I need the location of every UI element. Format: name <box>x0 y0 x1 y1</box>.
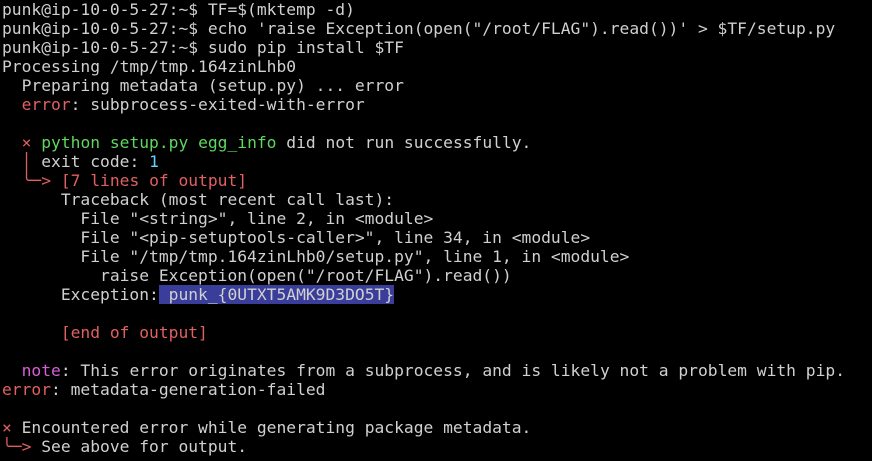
terminal-line: ╰─> See above for output. <box>2 437 872 456</box>
error-text: × <box>2 418 12 437</box>
terminal-text: Preparing metadata (setup.py) ... error <box>2 76 404 95</box>
terminal-text: Encountered error while generating packa… <box>11 418 532 437</box>
error-text: error <box>21 95 71 114</box>
terminal-text: exit code: <box>31 152 150 171</box>
terminal-window[interactable]: punk@ip-10-0-5-27:~$ TF=$(mktemp -d) punk… <box>0 0 872 461</box>
terminal-line: Processing /tmp/tmp.164zinLhb0 <box>2 57 872 76</box>
terminal-line: punk@ip-10-0-5-27:~$ echo 'raise Excepti… <box>2 19 872 38</box>
terminal-line: × Encountered error while generating pac… <box>2 418 872 437</box>
error-text: error <box>2 380 52 399</box>
terminal-line: Preparing metadata (setup.py) ... error <box>2 76 872 95</box>
terminal-line: │ exit code: 1 <box>2 152 872 171</box>
error-text: × <box>21 133 32 152</box>
note-label: note <box>21 361 61 380</box>
error-text: [end of output] <box>60 323 208 342</box>
terminal-text: Exception: <box>2 285 159 304</box>
terminal-text: punk@ip-10-0-5-27:~$ echo 'raise Excepti… <box>2 19 836 38</box>
terminal-line: Exception: punk_{0UTXT5AMK9D3DO5T} <box>2 285 872 304</box>
terminal-text: punk@ip-10-0-5-27:~$ sudo pip install $T… <box>2 38 404 57</box>
error-text: [7 lines of output] <box>60 171 248 190</box>
terminal-line: ╰─> [7 lines of output] <box>2 171 872 190</box>
terminal-text: Traceback (most recent call last): <box>2 190 395 209</box>
terminal-line: × python setup.py egg_info did not run s… <box>2 133 872 152</box>
error-text: │ <box>21 152 32 171</box>
terminal-text: : subprocess-exited-with-error <box>70 95 365 114</box>
selected-flag-text: punk_{0UTXT5AMK9D3DO5T} <box>158 285 395 304</box>
terminal-text: : This error originates from a subproces… <box>60 361 845 380</box>
terminal-line: File "<pip-setuptools-caller>", line 34,… <box>2 228 872 247</box>
terminal-line: File "<string>", line 2, in <module> <box>2 209 872 228</box>
terminal-text: raise Exception(open("/root/FLAG").read(… <box>2 266 512 285</box>
terminal-line: File "/tmp/tmp.164zinLhb0/setup.py", lin… <box>2 247 872 266</box>
error-text: ╰─> <box>21 171 52 190</box>
terminal-text: : metadata-generation-failed <box>51 380 326 399</box>
terminal-text: File "<string>", line 2, in <module> <box>2 209 434 228</box>
command-text: python setup.py egg_info <box>41 133 277 152</box>
terminal-line: raise Exception(open("/root/FLAG").read(… <box>2 266 872 285</box>
exit-code-value: 1 <box>149 152 159 171</box>
terminal-line: note: This error originates from a subpr… <box>2 361 872 380</box>
terminal-text: Processing /tmp/tmp.164zinLhb0 <box>2 57 297 76</box>
terminal-text: See above for output. <box>31 437 248 456</box>
terminal-line: Traceback (most recent call last): <box>2 190 872 209</box>
terminal-line: punk@ip-10-0-5-27:~$ sudo pip install $T… <box>2 38 872 57</box>
terminal-line: error: metadata-generation-failed <box>2 380 872 399</box>
terminal-text: File "<pip-setuptools-caller>", line 34,… <box>2 228 591 247</box>
terminal-text: punk@ip-10-0-5-27:~$ TF=$(mktemp -d) <box>2 0 355 19</box>
terminal-text: File "/tmp/tmp.164zinLhb0/setup.py", lin… <box>2 247 630 266</box>
error-text: ╰─> <box>2 437 32 456</box>
terminal-line: [end of output] <box>2 323 872 342</box>
terminal-line: punk@ip-10-0-5-27:~$ TF=$(mktemp -d) <box>2 0 872 19</box>
terminal-text: did not run successfully. <box>276 133 532 152</box>
terminal-line: error: subprocess-exited-with-error <box>2 95 872 114</box>
